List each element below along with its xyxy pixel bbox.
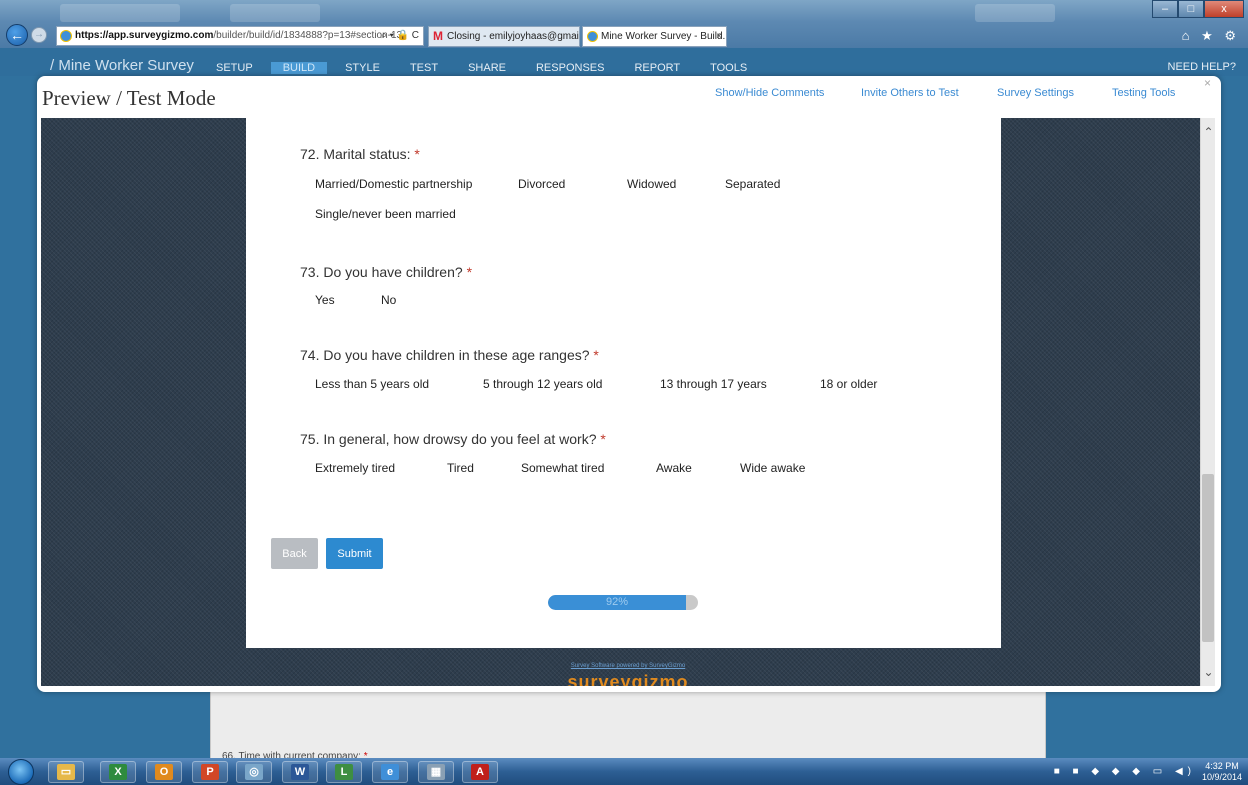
nav-share[interactable]: SHARE bbox=[468, 62, 506, 74]
tab-label: Mine Worker Survey - Build... bbox=[601, 31, 727, 42]
powered-by-link[interactable]: Survey Software powered by SurveyGizmo bbox=[41, 663, 1215, 669]
clock-date: 10/9/2014 bbox=[1201, 772, 1242, 782]
testing-tools-link[interactable]: Testing Tools bbox=[1112, 87, 1175, 99]
question-73: 73. Do you have children? * Yes No bbox=[300, 264, 473, 307]
url-path: /builder/build/id/1834888?p=13#section-1… bbox=[213, 30, 403, 41]
background-question-panel bbox=[210, 688, 1046, 760]
ie-page-icon bbox=[60, 30, 72, 42]
back-button[interactable]: Back bbox=[271, 538, 318, 569]
url-domain: https://app.surveygizmo.com bbox=[75, 30, 214, 41]
required-marker: * bbox=[466, 264, 473, 280]
option-13-to-17[interactable]: 13 through 17 years bbox=[660, 377, 767, 391]
required-marker: * bbox=[593, 347, 599, 363]
nav-test[interactable]: TEST bbox=[410, 62, 438, 74]
question-74: 74. Do you have children in these age ra… bbox=[300, 347, 877, 391]
survey-page: 72. Marital status: * Married/Domestic p… bbox=[246, 118, 1001, 648]
modal-close-icon[interactable]: × bbox=[1204, 76, 1211, 90]
option-5-to-12[interactable]: 5 through 12 years old bbox=[483, 377, 602, 391]
required-marker: * bbox=[414, 146, 420, 162]
option-widowed[interactable]: Widowed bbox=[627, 177, 676, 191]
tab-close-icon[interactable]: × bbox=[716, 27, 722, 46]
need-help-link[interactable]: NEED HELP? bbox=[1168, 61, 1236, 73]
word-icon[interactable]: W bbox=[282, 761, 318, 783]
window-controls: – □ x bbox=[1152, 0, 1244, 18]
clock-time: 4:32 PM bbox=[1205, 761, 1239, 771]
ie-page-icon bbox=[587, 31, 598, 42]
question-title: 74. Do you have children in these age ra… bbox=[300, 347, 590, 363]
submit-button[interactable]: Submit bbox=[326, 538, 383, 569]
nav-build[interactable]: BUILD bbox=[270, 62, 328, 74]
option-tired[interactable]: Tired bbox=[447, 461, 474, 475]
question-title: 73. Do you have children? bbox=[300, 264, 463, 280]
option-awake[interactable]: Awake bbox=[656, 461, 692, 475]
nav-tools[interactable]: TOOLS bbox=[710, 62, 747, 74]
required-marker: * bbox=[600, 431, 606, 447]
question-72: 72. Marital status: * Married/Domestic p… bbox=[300, 146, 780, 221]
close-window-button[interactable]: x bbox=[1204, 0, 1244, 18]
option-18-plus[interactable]: 18 or older bbox=[820, 377, 877, 391]
app-title: / Mine Worker Survey bbox=[50, 57, 194, 74]
option-extremely-tired[interactable]: Extremely tired bbox=[315, 461, 395, 475]
option-divorced[interactable]: Divorced bbox=[518, 177, 565, 191]
start-button-icon[interactable] bbox=[8, 759, 34, 785]
question-title: 72. Marital status: bbox=[300, 146, 411, 162]
titlebar-decoration bbox=[60, 4, 180, 22]
vertical-scrollbar[interactable]: ⌃ ⌄ bbox=[1200, 118, 1215, 686]
calculator-icon[interactable]: ▦ bbox=[418, 761, 454, 783]
nav-setup[interactable]: SETUP bbox=[216, 62, 253, 74]
tab-survey-build[interactable]: Mine Worker Survey - Build... × bbox=[582, 26, 727, 47]
powerpoint-icon[interactable]: P bbox=[192, 761, 228, 783]
app-nav-menu: SETUP BUILD STYLE TEST SHARE RESPONSES R… bbox=[216, 62, 777, 74]
nav-responses[interactable]: RESPONSES bbox=[536, 62, 604, 74]
windows-taskbar: ▭ X O P ◎ W Le ▦ A ■ ■ ◆ ◆ ◆ ▭ ◀) 4:32 PM 10/9/2… bbox=[0, 758, 1248, 785]
gmail-icon: M bbox=[433, 29, 443, 43]
show-hide-comments-link[interactable]: Show/Hide Comments bbox=[715, 87, 824, 99]
excel-icon[interactable]: X bbox=[100, 761, 136, 783]
address-bar[interactable]: https://app.surveygizmo.com/builder/buil… bbox=[56, 26, 424, 46]
option-yes[interactable]: Yes bbox=[315, 293, 335, 307]
progress-label: 92% bbox=[605, 596, 629, 608]
nav-style[interactable]: STYLE bbox=[345, 62, 380, 74]
outlook-icon[interactable]: O bbox=[146, 761, 182, 783]
taskbar-clock[interactable]: 4:32 PM 10/9/2014 bbox=[1202, 761, 1242, 783]
titlebar-decoration bbox=[230, 4, 320, 22]
project-icon[interactable]: L bbox=[326, 761, 362, 783]
option-under-5[interactable]: Less than 5 years old bbox=[315, 377, 429, 391]
option-married[interactable]: Married/Domestic partnership bbox=[315, 177, 472, 191]
browser-toolbar-icons[interactable]: ⌂ ★ ⚙ bbox=[1182, 28, 1240, 44]
tab-label: Closing - emilyjoyhaas@gmail... bbox=[447, 31, 580, 42]
system-tray[interactable]: ■ ■ ◆ ◆ ◆ ▭ ◀) bbox=[1054, 766, 1196, 777]
back-arrow-icon[interactable]: ← bbox=[6, 24, 28, 46]
explorer-icon[interactable]: ▭ bbox=[48, 761, 84, 783]
option-separated[interactable]: Separated bbox=[725, 177, 780, 191]
invite-others-link[interactable]: Invite Others to Test bbox=[861, 87, 959, 99]
option-somewhat-tired[interactable]: Somewhat tired bbox=[521, 461, 604, 475]
question-title: 75. In general, how drowsy do you feel a… bbox=[300, 431, 597, 447]
progress-bar: 92% bbox=[548, 595, 698, 610]
surveygizmo-logo: surveygizmo bbox=[567, 672, 689, 686]
browser-titlebar: – □ x ← → https://app.surveygizmo.com/bu… bbox=[0, 0, 1248, 48]
internet-explorer-icon[interactable]: e bbox=[372, 761, 408, 783]
nav-report[interactable]: REPORT bbox=[634, 62, 680, 74]
titlebar-decoration bbox=[975, 4, 1055, 22]
forward-arrow-icon[interactable]: → bbox=[31, 27, 47, 43]
minimize-button[interactable]: – bbox=[1152, 0, 1178, 18]
scroll-down-icon[interactable]: ⌄ bbox=[1201, 664, 1215, 680]
survey-preview-frame: 72. Marital status: * Married/Domestic p… bbox=[41, 118, 1215, 686]
acrobat-icon[interactable]: A bbox=[462, 761, 498, 783]
address-controls[interactable]: ⌕ ▾ 🔒 C bbox=[381, 27, 419, 45]
scroll-up-icon[interactable]: ⌃ bbox=[1201, 124, 1215, 140]
maximize-button[interactable]: □ bbox=[1178, 0, 1204, 18]
preview-modal: Preview / Test Mode Show/Hide Comments I… bbox=[37, 76, 1221, 692]
browser-icon[interactable]: ◎ bbox=[236, 761, 272, 783]
option-wide-awake[interactable]: Wide awake bbox=[740, 461, 805, 475]
tab-gmail[interactable]: M Closing - emilyjoyhaas@gmail... bbox=[428, 26, 580, 47]
survey-settings-link[interactable]: Survey Settings bbox=[997, 87, 1074, 99]
scroll-thumb[interactable] bbox=[1202, 474, 1214, 642]
modal-title: Preview / Test Mode bbox=[42, 86, 216, 110]
option-no[interactable]: No bbox=[381, 293, 396, 307]
option-single[interactable]: Single/never been married bbox=[315, 207, 456, 221]
question-75: 75. In general, how drowsy do you feel a… bbox=[300, 431, 805, 475]
